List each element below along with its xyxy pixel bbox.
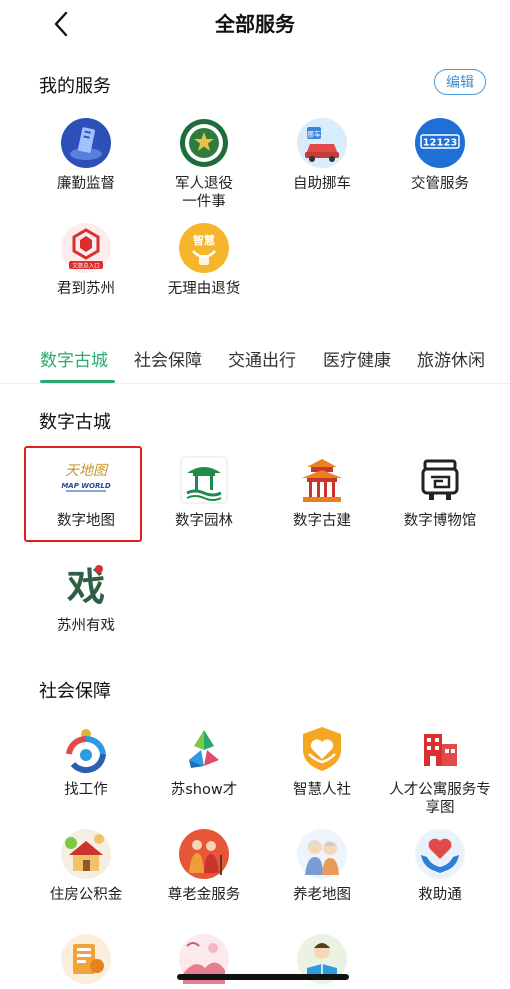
service-tile-traffic[interactable]: 12123 交管服务 — [381, 118, 499, 218]
service-tile-talent-show[interactable]: 苏show才 — [145, 724, 263, 824]
service-label: 廉勤监督 — [57, 176, 115, 192]
service-label: 数字古建 — [293, 513, 351, 529]
service-label: 数字园林 — [175, 513, 233, 529]
tab-social-security[interactable]: 社会保障 — [134, 346, 202, 371]
home-indicator[interactable] — [177, 974, 349, 980]
elderly-map-icon — [297, 829, 347, 879]
tab-transport[interactable]: 交通出行 — [228, 346, 296, 371]
service-tile-relief[interactable]: 救助通 — [381, 829, 499, 929]
edit-button[interactable]: 编辑 — [434, 69, 486, 95]
smart-social-icon — [303, 727, 341, 771]
relief-heart-icon — [415, 829, 465, 879]
service-label: 军人退役 一件事 — [175, 176, 233, 210]
service-label: 尊老金服务 — [167, 887, 241, 903]
service-label: 救助通 — [418, 887, 462, 903]
shield-badge-icon — [61, 118, 111, 168]
service-label: 养老地图 — [293, 887, 351, 903]
service-tile-lianqin[interactable]: 廉勤监督 — [27, 118, 145, 218]
service-label: 自助挪车 — [293, 176, 351, 192]
smart-return-icon: 智慧 — [179, 223, 229, 273]
service-label: 无理由退货 — [167, 281, 241, 297]
service-tile-smart-social[interactable]: 智慧人社 — [263, 724, 381, 824]
service-tile-return[interactable]: 智慧 无理由退货 — [145, 223, 263, 323]
service-label: 住房公积金 — [49, 887, 123, 903]
service-tile-scenery[interactable] — [145, 934, 263, 989]
opera-xi-icon: 戏 — [67, 565, 105, 609]
talent-apartment-icon — [424, 734, 457, 766]
top-bar: 全部服务 — [0, 0, 510, 44]
move-icon-text: 挪车 — [307, 130, 321, 139]
service-tile-document[interactable] — [27, 934, 145, 989]
tab-medical[interactable]: 医疗健康 — [323, 346, 391, 371]
service-tile-digital-building[interactable]: 数字古建 — [263, 455, 381, 555]
service-tile-veteran[interactable]: 军人退役 一件事 — [145, 118, 263, 218]
museum-icon — [421, 459, 459, 500]
service-tile-talent-apartment[interactable]: 人才公寓服务专 享图 — [381, 724, 499, 824]
service-tile-housing-fund[interactable]: 住房公积金 — [27, 829, 145, 929]
service-label: 智慧人社 — [293, 782, 351, 798]
military-emblem-icon — [180, 119, 228, 167]
service-tile-digital-museum[interactable]: 数字博物馆 — [381, 455, 499, 555]
service-tile-digital-garden[interactable]: 数字园林 — [145, 455, 263, 555]
service-tile-move-car[interactable]: 挪车 自助挪车 — [263, 118, 381, 218]
service-label: 交管服务 — [411, 176, 469, 192]
my-services-title: 我的服务 — [39, 76, 111, 97]
service-label: 苏show才 — [170, 782, 238, 798]
culture-tourism-icon: 文旅总入口 — [61, 223, 111, 273]
active-tab-indicator — [40, 380, 115, 383]
car-move-icon: 挪车 — [297, 118, 347, 168]
traffic-icon-text: 12123 — [423, 138, 458, 149]
service-tile-elderly-allowance[interactable]: 尊老金服务 — [145, 829, 263, 929]
ancient-building-icon — [302, 459, 342, 502]
tab-tourism[interactable]: 旅游休闲 — [417, 346, 485, 371]
service-label: 数字博物馆 — [403, 513, 477, 529]
culture-icon-text: 文旅总入口 — [72, 262, 100, 270]
selection-highlight — [24, 446, 142, 542]
category-tabs: 数字古城 社会保障 交通出行 医疗健康 旅游休闲 — [0, 338, 510, 384]
service-label: 苏州有戏 — [57, 618, 115, 634]
service-label: 君到苏州 — [57, 281, 115, 297]
social-security-title: 社会保障 — [39, 681, 111, 702]
garden-pavilion-icon — [180, 456, 228, 504]
find-job-icon — [66, 729, 106, 774]
document-icon — [61, 934, 111, 984]
digital-city-title: 数字古城 — [39, 412, 111, 433]
service-tile-reading[interactable] — [263, 934, 381, 989]
service-tile-junsuzhou[interactable]: 文旅总入口 君到苏州 — [27, 223, 145, 323]
housing-fund-icon — [61, 829, 111, 879]
talent-show-icon — [189, 730, 219, 768]
traffic-12123-icon: 12123 — [415, 118, 465, 168]
smart-icon-text: 智慧 — [193, 233, 215, 247]
elderly-allowance-icon — [179, 829, 229, 879]
service-tile-find-job[interactable]: 找工作 — [27, 724, 145, 824]
service-label: 找工作 — [64, 782, 108, 798]
service-label: 人才公寓服务专 享图 — [389, 782, 491, 816]
service-tile-elderly-map[interactable]: 养老地图 — [263, 829, 381, 929]
tab-digital-city[interactable]: 数字古城 — [40, 346, 108, 371]
service-tile-opera[interactable]: 戏 苏州有戏 — [27, 560, 145, 660]
page-title: 全部服务 — [215, 12, 295, 36]
